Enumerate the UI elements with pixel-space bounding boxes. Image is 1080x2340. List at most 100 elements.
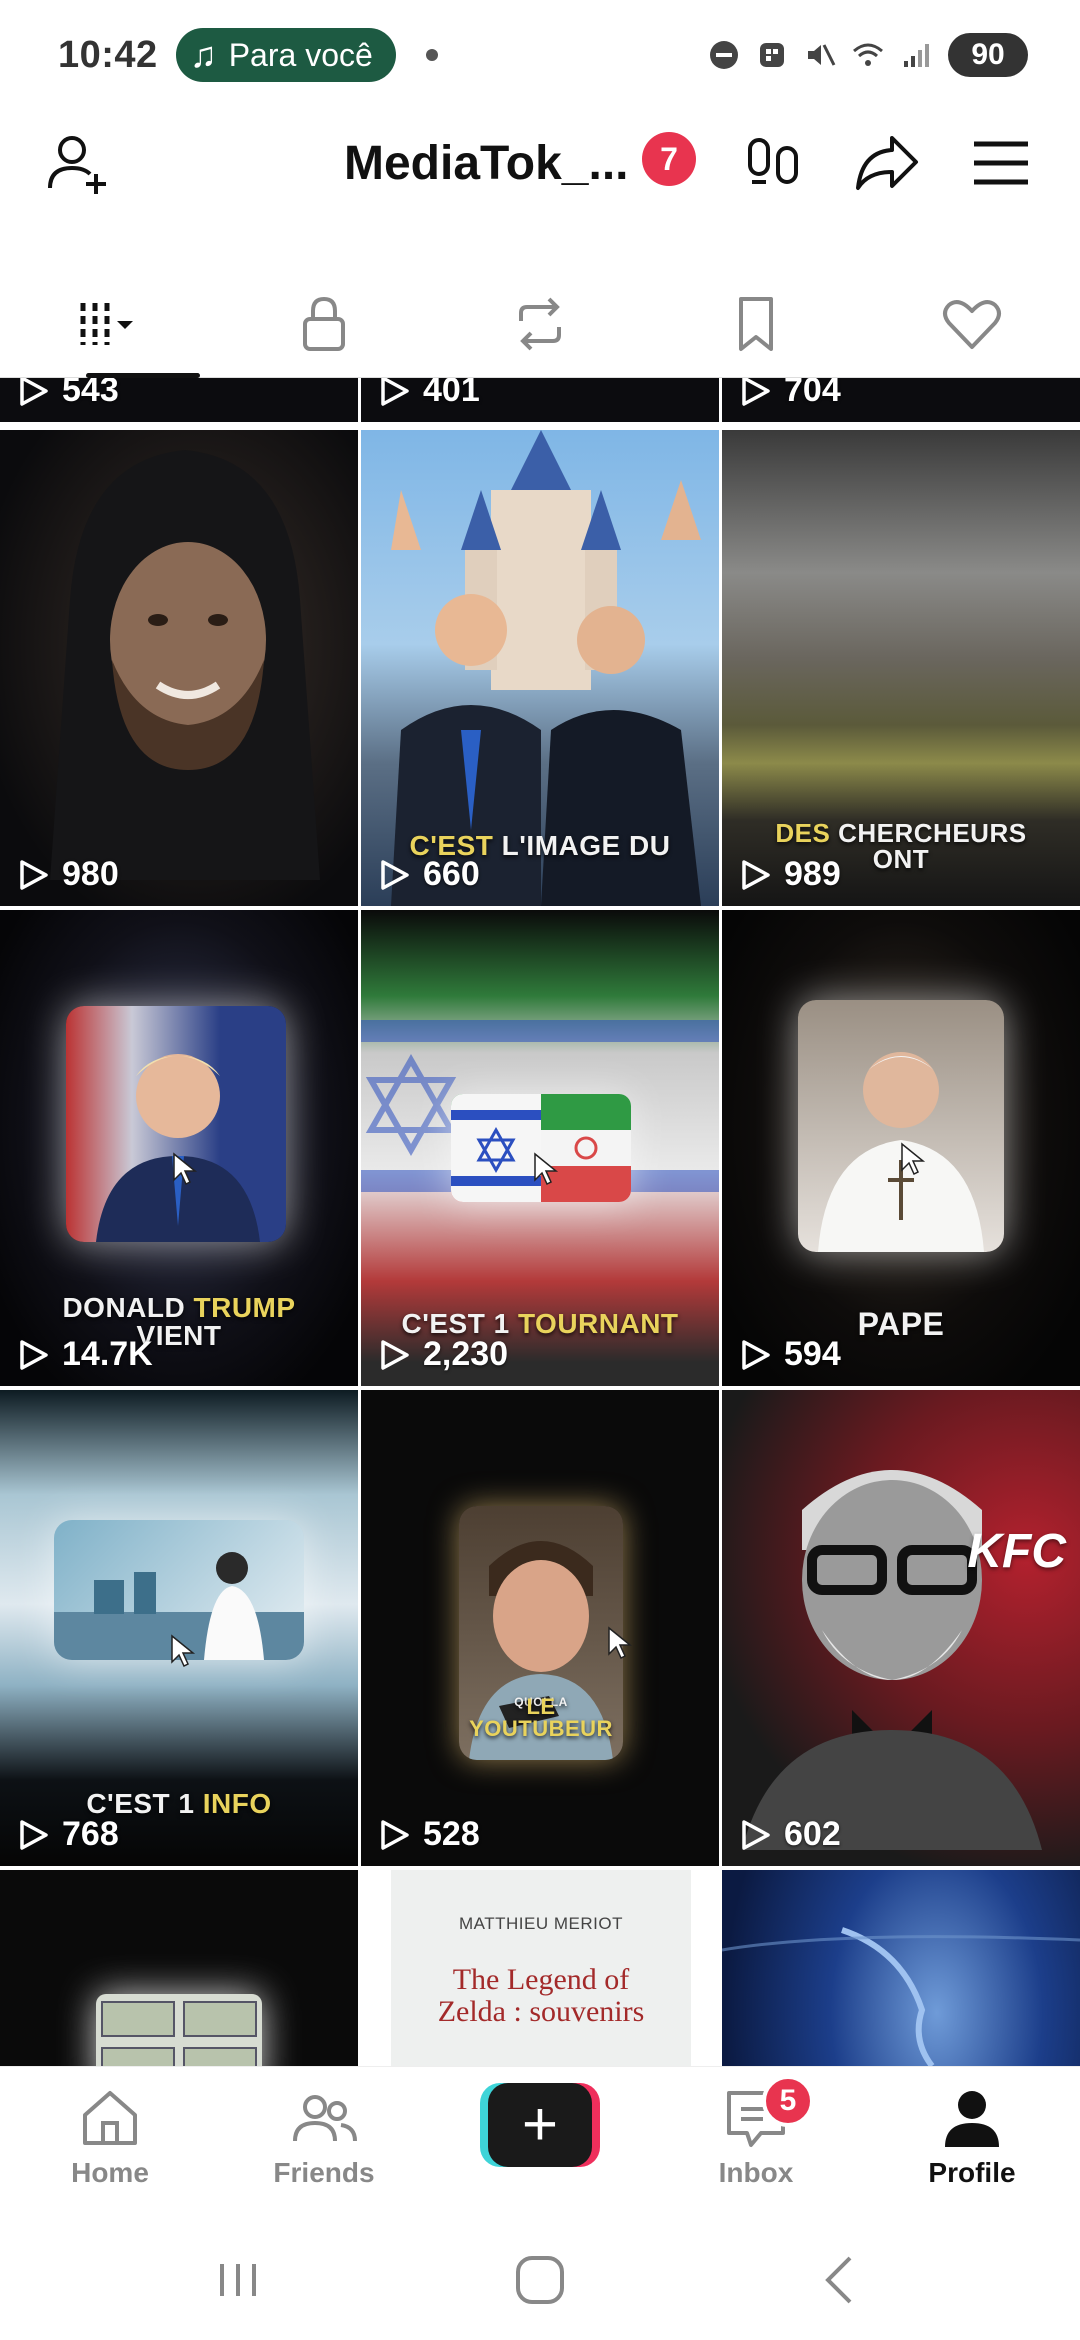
trump-card-thumbnail [66, 1006, 286, 1242]
profile-header: MediaTok_... 7 [0, 110, 1080, 240]
friends-icon [293, 2095, 357, 2142]
nav-profile[interactable]: Profile [902, 2083, 1042, 2189]
tab-videos[interactable] [0, 270, 216, 378]
book-author: MATTHIEU MERIOT [459, 1914, 623, 1933]
add-friend-icon[interactable] [44, 128, 114, 198]
status-bar: 10:42 ♫ Para você 90 [0, 0, 1080, 110]
tab-reposts[interactable] [432, 270, 648, 378]
blue-abstract-thumbnail [722, 1927, 1080, 2066]
view-count: 660 [377, 855, 480, 894]
signal-icon [904, 44, 929, 67]
view-count: 2,230 [377, 1335, 508, 1374]
profile-icon [945, 2091, 999, 2147]
bookmark-icon [739, 297, 773, 351]
video-tile[interactable]: 704 [722, 378, 1080, 422]
view-count: 989 [738, 855, 841, 894]
video-tile[interactable]: DONALD TRUMP VIENT 14.7K [0, 910, 358, 1386]
view-count: 528 [377, 1815, 480, 1854]
view-count: 14.7K [16, 1335, 153, 1374]
footprints-icon[interactable] [740, 128, 810, 198]
view-count: 602 [738, 1815, 841, 1854]
media-playing-pill[interactable]: ♫ Para você [175, 28, 396, 82]
profile-username[interactable]: MediaTok_... [344, 136, 629, 191]
video-caption: C'EST 1 INFO [86, 1788, 272, 1819]
play-icon [20, 378, 48, 406]
tab-liked[interactable] [864, 270, 1080, 378]
menu-icon[interactable] [966, 128, 1036, 198]
recent-apps-icon[interactable] [208, 2250, 268, 2310]
video-tile[interactable]: 401 [361, 378, 719, 422]
lock-icon [303, 296, 345, 351]
view-count: 768 [16, 1815, 119, 1854]
video-tile[interactable]: 543 [0, 378, 358, 422]
create-button[interactable]: + [480, 2083, 600, 2167]
video-caption: C'EST 1 TOURNANT [401, 1308, 679, 1339]
play-icon [20, 859, 48, 890]
video-tile[interactable]: KFC 602 [722, 1390, 1080, 1866]
kfc-colonel-thumbnail [742, 1470, 1042, 1850]
wifi-icon [853, 43, 883, 66]
repost-icon [519, 297, 561, 351]
book-cover-thumbnail: MATTHIEU MERIOT The Legend of Zelda : so… [391, 1870, 691, 2066]
play-icon [381, 859, 409, 890]
play-icon [742, 1339, 770, 1370]
clock: 10:42 [58, 33, 158, 76]
nav-profile-label: Profile [928, 2157, 1016, 2188]
nav-home[interactable]: Home [40, 2083, 180, 2189]
video-tile[interactable]: C'EST L'IMAGE DU 660 [361, 430, 719, 906]
do-not-disturb-icon [710, 41, 738, 69]
nav-inbox[interactable]: Inbox 5 [686, 2075, 826, 2189]
play-icon [742, 378, 770, 406]
nav-inbox-label: Inbox [718, 2157, 794, 2188]
cursor-icon [173, 1152, 198, 1186]
video-tile[interactable] [0, 1870, 358, 2066]
home-button-icon[interactable] [510, 2250, 570, 2310]
battery-indicator: 90 [948, 33, 1028, 77]
nav-friends[interactable]: Friends [254, 2083, 394, 2189]
video-tile[interactable]: PAPE 594 [722, 910, 1080, 1386]
video-tile[interactable] [722, 1870, 1080, 2066]
tab-favorites[interactable] [648, 270, 864, 378]
inbox-badge: 5 [762, 2075, 814, 2127]
play-icon [381, 1339, 409, 1370]
cursor-icon [534, 1152, 559, 1186]
media-pill-label: Para você [228, 36, 373, 73]
video-tile[interactable]: C'EST 1 INFO 768 [0, 1390, 358, 1866]
view-count: 543 [16, 378, 119, 410]
play-icon [20, 1819, 48, 1850]
play-icon [742, 859, 770, 890]
home-icon [83, 2091, 137, 2145]
hooded-figure-thumbnail [50, 450, 320, 880]
video-grid: 543 401 704 980 C'EST L'IMAGE DU 660 DES… [0, 378, 1080, 2066]
system-navigation-bar [0, 2220, 1080, 2340]
book-title: The Legend of Zelda : souvenirs [437, 1963, 645, 2028]
pope-card-thumbnail [798, 1000, 1004, 1252]
bottom-navigation: Home Friends + Inbox 5 Profile [0, 2066, 1080, 2220]
video-caption: LE YOUTUBEUR [469, 1694, 613, 1741]
youtuber-card-thumbnail: QUOI LA LE YOUTUBEUR [459, 1506, 623, 1760]
app-notification-icon [760, 43, 784, 67]
cursor-icon [901, 1142, 926, 1176]
view-count: 980 [16, 855, 119, 894]
notification-badge[interactable]: 7 [642, 132, 696, 186]
back-icon[interactable] [812, 2250, 872, 2310]
video-tile[interactable]: 980 [0, 430, 358, 906]
view-count: 704 [738, 378, 841, 410]
video-tile[interactable]: DES CHERCHEURS ONT 989 [722, 430, 1080, 906]
music-note-icon: ♫ [189, 34, 217, 75]
profile-tabs [0, 270, 1080, 378]
play-icon [742, 1819, 770, 1850]
cursor-icon [171, 1634, 196, 1668]
video-tile[interactable]: QUOI LA LE YOUTUBEUR 528 [361, 1390, 719, 1866]
share-icon[interactable] [852, 128, 922, 198]
notification-dot-icon [425, 49, 438, 61]
mute-icon [808, 44, 836, 66]
tab-private[interactable] [216, 270, 432, 378]
view-count: 594 [738, 1335, 841, 1374]
nav-friends-label: Friends [273, 2157, 375, 2188]
play-icon [381, 1819, 409, 1850]
video-tile[interactable]: MATTHIEU MERIOT The Legend of Zelda : so… [361, 1870, 719, 2066]
video-tile[interactable]: C'EST 1 TOURNANT 2,230 [361, 910, 719, 1386]
battery-level: 90 [971, 38, 1005, 71]
banknotes-card-thumbnail [96, 1994, 262, 2066]
